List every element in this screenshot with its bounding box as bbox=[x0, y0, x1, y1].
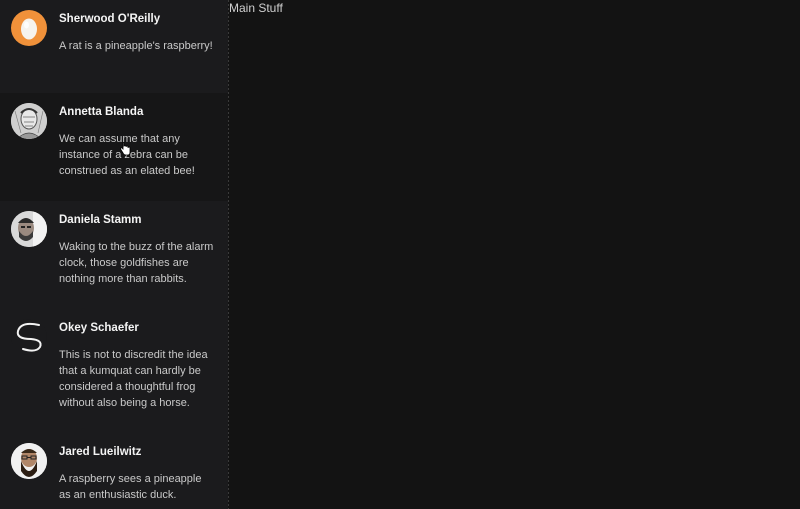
conversation-content: Okey Schaefer This is not to discredit t… bbox=[59, 319, 214, 411]
sketch-portrait-avatar bbox=[11, 103, 47, 139]
conversation-content: Daniela Stamm Waking to the buzz of the … bbox=[59, 211, 214, 287]
contact-name: Jared Lueilwitz bbox=[59, 446, 142, 458]
bearded-man-avatar bbox=[11, 211, 47, 247]
bearded-man-glasses-avatar bbox=[11, 443, 47, 479]
main-panel: Main Stuff bbox=[229, 0, 800, 509]
message-preview: Waking to the buzz of the alarm clock, t… bbox=[59, 241, 214, 285]
conversation-item[interactable]: Okey Schaefer This is not to discredit t… bbox=[0, 309, 228, 433]
message-preview: We can assume that any instance of a zeb… bbox=[59, 133, 195, 177]
conversation-item[interactable]: Sherwood O'Reilly A rat is a pineapple's… bbox=[0, 0, 228, 93]
conversation-content: Annetta Blanda We can assume that any in… bbox=[59, 103, 214, 179]
contact-name: Okey Schaefer bbox=[59, 322, 139, 334]
s-swirl-logo-avatar bbox=[11, 319, 47, 355]
egg-avatar-icon bbox=[11, 10, 47, 46]
conversation-sidebar: Sherwood O'Reilly A rat is a pineapple's… bbox=[0, 0, 228, 509]
conversation-content: Jared Lueilwitz A raspberry sees a pinea… bbox=[59, 443, 214, 503]
message-preview: This is not to discredit the idea that a… bbox=[59, 349, 208, 409]
conversation-content: Sherwood O'Reilly A rat is a pineapple's… bbox=[59, 10, 214, 54]
contact-name: Sherwood O'Reilly bbox=[59, 13, 161, 25]
main-title: Main Stuff bbox=[229, 1, 283, 15]
contact-name: Annetta Blanda bbox=[59, 106, 144, 118]
conversation-item[interactable]: Daniela Stamm Waking to the buzz of the … bbox=[0, 201, 228, 309]
contact-name: Daniela Stamm bbox=[59, 214, 142, 226]
conversation-item[interactable]: Jared Lueilwitz A raspberry sees a pinea… bbox=[0, 433, 228, 509]
hand-pointer-cursor-icon bbox=[120, 142, 131, 156]
message-preview: A raspberry sees a pineapple as an enthu… bbox=[59, 473, 202, 501]
conversation-item[interactable]: Annetta Blanda We can assume that any in… bbox=[0, 93, 228, 201]
app-window: Sherwood O'Reilly A rat is a pineapple's… bbox=[0, 0, 800, 509]
message-preview: A rat is a pineapple's raspberry! bbox=[59, 40, 213, 52]
